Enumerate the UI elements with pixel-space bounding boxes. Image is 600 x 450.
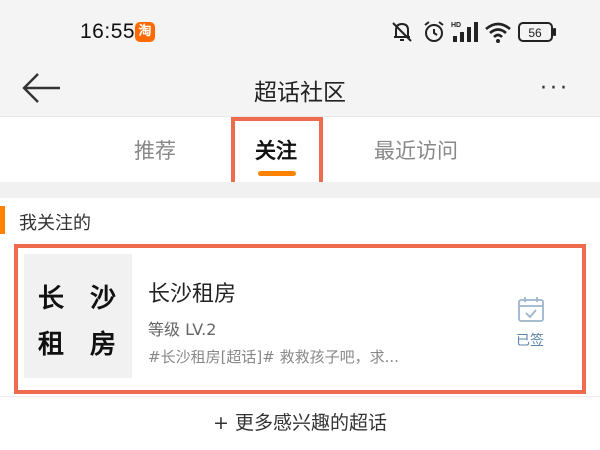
section-separator xyxy=(0,182,600,198)
taobao-app-icon: 淘 xyxy=(135,22,155,42)
signal-icon: HD xyxy=(451,22,478,42)
wifi-icon xyxy=(485,22,511,43)
divider xyxy=(0,396,600,397)
avatar-char: 长 xyxy=(38,284,65,314)
status-bar: 16:55 淘 HD 56 xyxy=(0,0,600,62)
battery-icon: 56 xyxy=(518,22,556,42)
supertopic-avatar: 长 沙 租 房 xyxy=(24,254,132,378)
section-accent-bar xyxy=(0,206,5,234)
battery-level: 56 xyxy=(528,26,542,40)
page-title: 超话社区 xyxy=(254,80,346,106)
tab-bar: 推荐 关注 最近访问 xyxy=(0,116,600,199)
network-type-label: HD xyxy=(451,22,461,29)
signed-in-button[interactable]: 已签 xyxy=(510,290,550,350)
section-title: 我关注的 xyxy=(19,213,91,234)
supertopic-card[interactable]: 长 沙 租 房 长沙租房 等级 LV.2 #长沙租房[超话]# 救救孩子吧，求.… xyxy=(24,254,576,384)
alarm-icon xyxy=(424,21,444,42)
signed-status-label: 已签 xyxy=(516,333,544,349)
avatar-char: 沙 xyxy=(90,284,117,314)
more-topics-link[interactable]: + 更多感兴趣的超话 xyxy=(0,408,600,435)
supertopic-level: 等级 LV.2 xyxy=(148,320,217,339)
avatar-char: 房 xyxy=(90,330,117,360)
avatar-char: 租 xyxy=(38,330,65,360)
status-time: 16:55 xyxy=(80,20,136,43)
calendar-check-icon xyxy=(518,297,544,322)
mute-icon xyxy=(392,22,412,42)
supertopic-name: 长沙租房 xyxy=(148,282,237,307)
supertopic-latest-post: #长沙租房[超话]# 救救孩子吧，求... xyxy=(148,348,399,366)
tab-recent-visits[interactable]: 最近访问 xyxy=(374,135,458,165)
section-header: 我关注的 xyxy=(0,198,600,244)
nav-bar: 超话社区 ··· xyxy=(0,62,600,116)
more-icon[interactable]: ··· xyxy=(540,76,570,101)
tab-recommended[interactable]: 推荐 xyxy=(134,135,176,165)
